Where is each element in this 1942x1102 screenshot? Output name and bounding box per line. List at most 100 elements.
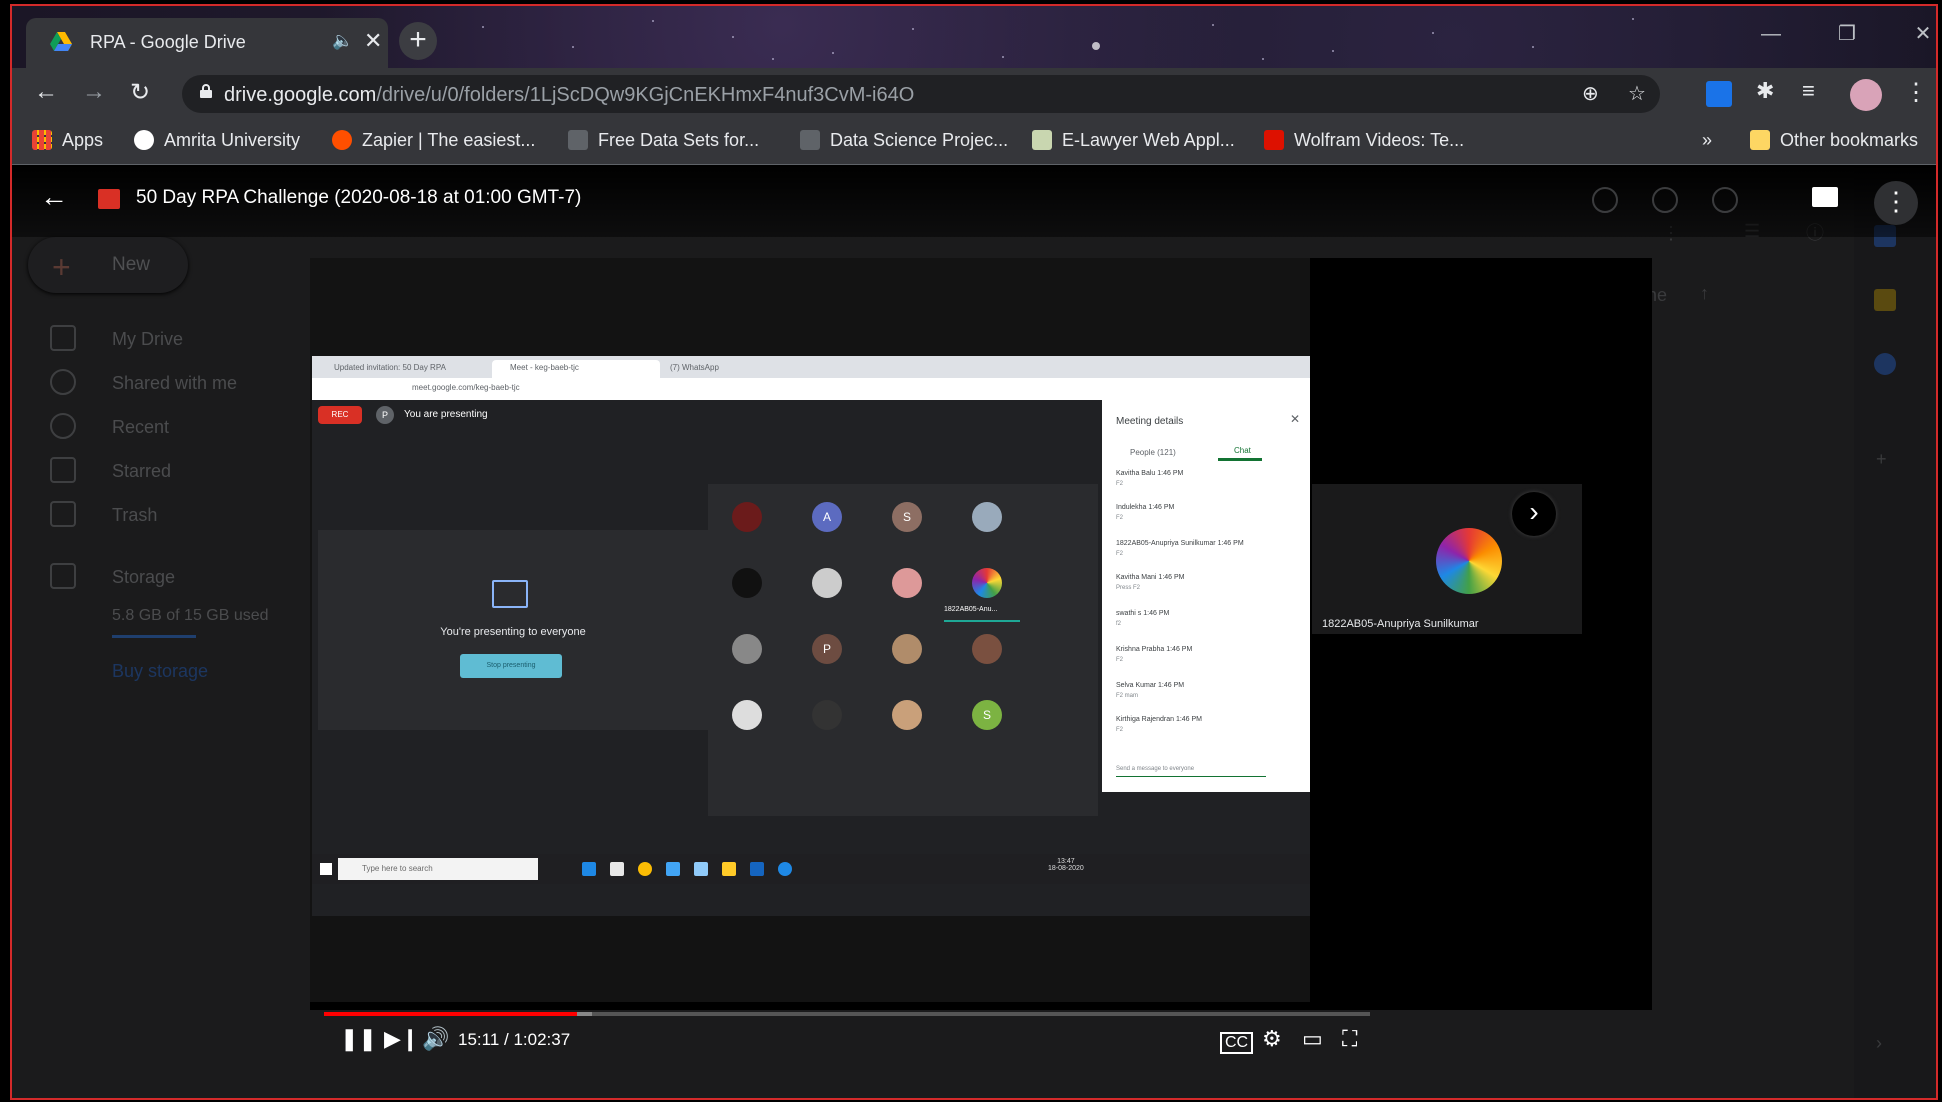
back-icon[interactable]: ← (34, 78, 58, 106)
progress-played[interactable] (324, 1012, 578, 1016)
bookmark-apps[interactable]: Apps (32, 130, 103, 151)
chrome-menu-icon[interactable]: ⋮ (1904, 78, 1928, 107)
trash-icon (50, 501, 76, 527)
more-actions-icon[interactable]: ⋮ (1874, 181, 1918, 225)
participant-avatar: P (812, 634, 842, 664)
media-queue-icon[interactable]: ≡ (1802, 78, 1815, 104)
participant-avatar: A (812, 502, 842, 532)
miniplayer-icon[interactable]: ▭ (1302, 1026, 1323, 1052)
bookmark-data-science[interactable]: Data Science Projec... (800, 130, 1008, 151)
next-icon[interactable]: ▶❙ (384, 1026, 419, 1052)
settings-gear-icon[interactable]: ⚙ (1262, 1026, 1282, 1052)
nav-storage[interactable]: Storage (112, 567, 175, 588)
chat-input: Send a message to everyone (1116, 766, 1266, 777)
help-icon (1652, 187, 1678, 213)
new-tab-button[interactable]: + (399, 22, 437, 60)
nav-my-drive[interactable]: My Drive (112, 329, 183, 350)
pause-icon[interactable]: ❚❚ (340, 1026, 377, 1052)
open-folder-icon[interactable] (1812, 187, 1838, 207)
forward-icon[interactable]: → (82, 78, 106, 106)
next-file-arrow[interactable]: › (1512, 492, 1556, 536)
explorer-icon (722, 862, 736, 876)
ie-icon (778, 862, 792, 876)
buy-storage-link[interactable]: Buy storage (112, 661, 208, 682)
meeting-details-close-icon: ✕ (1289, 412, 1300, 426)
preview-header: ← 50 Day RPA Challenge (2020-08-18 at 01… (12, 165, 1936, 237)
active-speaker-label: 1822AB05-Anu... (944, 606, 1020, 622)
participant-avatar (972, 502, 1002, 532)
minimize-button[interactable]: — (1738, 14, 1804, 56)
rec-badge: REC (318, 406, 362, 424)
window-close-button[interactable]: ✕ (1890, 14, 1936, 56)
bookmarks-overflow[interactable]: » (1702, 130, 1712, 151)
profile-avatar[interactable] (1850, 79, 1882, 111)
add-addon-icon[interactable]: + (1876, 449, 1887, 470)
video-frame: Updated invitation: 50 Day RPA Meet - ke… (310, 258, 1582, 1002)
sort-arrow-icon[interactable]: ↑ (1700, 283, 1709, 304)
nav-recent[interactable]: Recent (112, 417, 169, 438)
apps-grid-icon (32, 130, 52, 150)
bookmark-zapier[interactable]: Zapier | The easiest... (332, 130, 535, 151)
my-drive-icon (50, 325, 76, 351)
settings-icon (1712, 187, 1738, 213)
video-file-icon (98, 189, 120, 209)
google-drive-icon (50, 32, 72, 51)
extensions-puzzle-icon[interactable]: ✱ (1756, 78, 1774, 104)
chat-message: Kavitha Balu 1:46 PM F2 (1116, 470, 1184, 487)
meeting-details-panel: Meeting details ✕ People (121) Chat Kavi… (1102, 400, 1310, 792)
address-bar[interactable]: drive.google.com/drive/u/0/folders/1LjSc… (182, 75, 1660, 113)
rocket-icon (800, 130, 820, 150)
nav-starred[interactable]: Starred (112, 461, 171, 482)
chat-tab: Chat (1234, 446, 1251, 455)
taskbar-clock: 13:47 18-08-2020 (1048, 858, 1084, 872)
install-app-icon[interactable]: ⊕ (1582, 81, 1599, 106)
people-tab: People (121) (1130, 448, 1176, 457)
captions-icon[interactable]: CC (1220, 1032, 1254, 1054)
stop-presenting-button: Stop presenting (460, 654, 562, 678)
other-bookmarks[interactable]: Other bookmarks (1750, 130, 1918, 151)
participant-avatar (732, 568, 762, 598)
browser-tabstrip: RPA - Google Drive 🔈 ✕ + — ❐ ✕ (12, 6, 1936, 68)
bookmark-e-lawyer[interactable]: E-Lawyer Web Appl... (1032, 130, 1235, 151)
participant-avatar (1436, 528, 1502, 594)
bookmark-wolfram[interactable]: Wolfram Videos: Te... (1264, 130, 1464, 151)
nav-trash[interactable]: Trash (112, 505, 157, 526)
close-preview-back-icon[interactable]: ← (40, 181, 68, 213)
presenting-box: You're presenting to everyone Stop prese… (318, 530, 708, 730)
participant-avatar: S (892, 502, 922, 532)
chat-message: swathi s 1:46 PM f2 (1116, 610, 1170, 627)
taskbar-search: Type here to search (338, 858, 538, 880)
screen-browser-tabs: Updated invitation: 50 Day RPA Meet - ke… (312, 356, 1310, 378)
video-player[interactable]: Updated invitation: 50 Day RPA Meet - ke… (310, 258, 1652, 1054)
store-icon (610, 862, 624, 876)
tasks-icon[interactable] (1874, 353, 1896, 375)
tab-rpa-google-drive[interactable]: RPA - Google Drive 🔈 ✕ (26, 18, 388, 68)
new-button[interactable]: + New (28, 237, 188, 293)
fullscreen-icon[interactable]: ⛶ (1342, 1026, 1357, 1052)
nav-shared[interactable]: Shared with me (112, 373, 237, 394)
folder-icon (1750, 130, 1770, 150)
drive-sidebar: + New My Drive Shared with me Recent Star… (12, 165, 312, 1098)
file-title: 50 Day RPA Challenge (2020-08-18 at 01:0… (136, 187, 582, 208)
plus-icon: + (52, 249, 71, 285)
storage-bar (112, 635, 196, 638)
screen-tab: Updated invitation: 50 Day RPA (316, 360, 484, 378)
participant-avatar (972, 634, 1002, 664)
mail-icon (666, 862, 680, 876)
collapse-panel-icon[interactable]: › (1876, 1033, 1882, 1054)
restore-button[interactable]: ❐ (1814, 14, 1880, 56)
participant-avatar (812, 568, 842, 598)
tab-audio-icon[interactable]: 🔈 (332, 31, 353, 51)
bookmark-star-icon[interactable]: ☆ (1628, 81, 1646, 106)
lock-icon (200, 84, 212, 98)
shared-screen: Updated invitation: 50 Day RPA Meet - ke… (312, 356, 1310, 916)
keep-icon[interactable] (1874, 289, 1896, 311)
tab-close-icon[interactable]: ✕ (364, 28, 382, 54)
clock-icon (50, 413, 76, 439)
site-icon (1032, 130, 1052, 150)
volume-icon[interactable]: 🔊 (422, 1026, 449, 1052)
reload-icon[interactable]: ↻ (130, 78, 150, 107)
bookmark-free-data-sets[interactable]: Free Data Sets for... (568, 130, 759, 151)
bookmark-amrita[interactable]: Amrita University (134, 130, 300, 151)
screen-capture-extension-icon[interactable] (1706, 81, 1732, 107)
